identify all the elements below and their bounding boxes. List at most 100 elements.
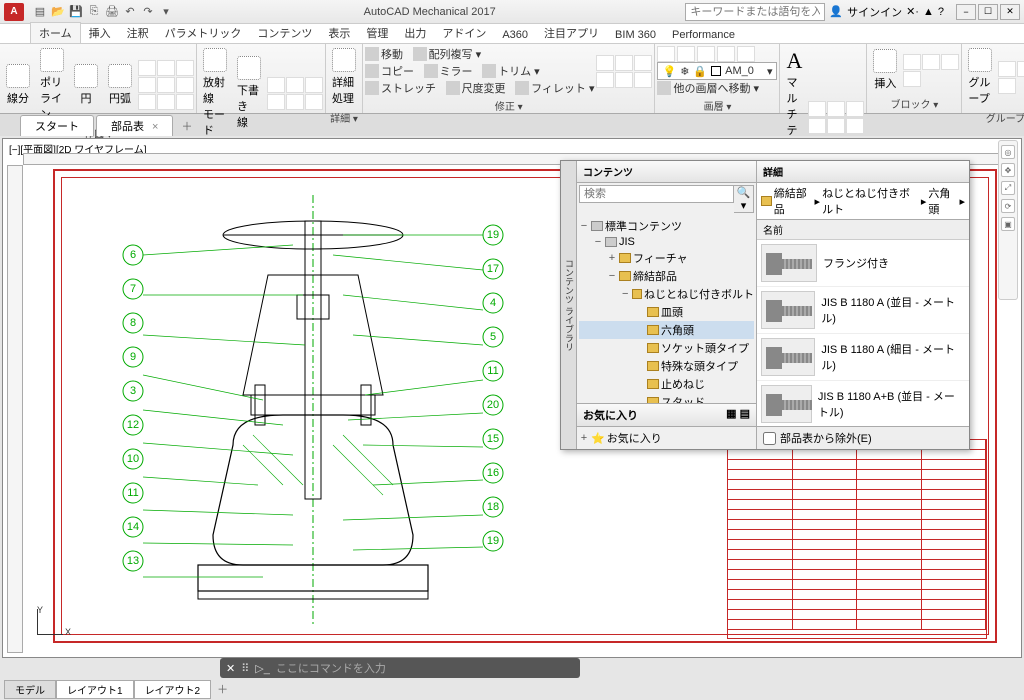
qat-open-icon[interactable]: 📂	[50, 4, 66, 20]
file-tab-start[interactable]: スタート	[20, 115, 94, 136]
exchange-icon[interactable]: ✕·	[906, 5, 919, 18]
ribbon-tab-parametric[interactable]: パラメトリック	[157, 23, 250, 43]
ribbon-tab-annotate[interactable]: 注釈	[119, 23, 157, 43]
layer-btn-3[interactable]	[697, 46, 715, 62]
panel-block-title[interactable]: ブロック ▾	[869, 94, 959, 111]
circle-button[interactable]: 円	[70, 62, 102, 108]
signin-label[interactable]: サインイン	[847, 4, 902, 20]
draw-small-7[interactable]	[138, 94, 156, 110]
layer-combo[interactable]: 💡❄🔒AM_0▾	[657, 62, 777, 80]
draw-small-1[interactable]	[138, 60, 156, 76]
layout-tab-1[interactable]: レイアウト1	[56, 680, 134, 699]
nav-wheel-icon[interactable]: ◎	[1001, 145, 1015, 159]
panel-layer-title[interactable]: 画層 ▾	[657, 96, 777, 113]
polyline-button[interactable]: ポリライン	[36, 46, 68, 124]
content-panel-side-tab[interactable]: コンテンツ ライブラリ	[561, 161, 577, 449]
new-file-tab-button[interactable]: ＋	[175, 116, 198, 136]
ribbon-tab-bim360[interactable]: BIM 360	[607, 27, 664, 43]
ray-mode-button[interactable]: 放射線 モード	[199, 46, 231, 140]
qat-redo-icon[interactable]: ↷	[140, 4, 156, 20]
draw-small-5[interactable]	[157, 77, 175, 93]
fav-view-icon[interactable]: ▦	[726, 408, 736, 420]
tree-item[interactable]: −JIS	[579, 235, 754, 249]
qat-more-icon[interactable]: ▾	[158, 4, 174, 20]
nav-orbit-icon[interactable]: ⟳	[1001, 199, 1015, 213]
exclude-from-bom-checkbox[interactable]: 部品表から除外(E)	[763, 430, 963, 446]
constline-button[interactable]: 下書き 線	[233, 54, 265, 132]
detail-process-button[interactable]: 詳細 処理	[328, 46, 360, 108]
command-line[interactable]: ✕ ⠿ ▷_ ここにコマンドを入力	[220, 658, 580, 678]
add-layout-button[interactable]: ＋	[211, 680, 234, 698]
qat-save-icon[interactable]: 💾	[68, 4, 84, 20]
cmd-handle-icon[interactable]: ⠿	[241, 662, 249, 675]
group-button[interactable]: グループ	[964, 46, 996, 108]
tree-item[interactable]: +フィーチャ	[579, 249, 754, 267]
layer-btn-1[interactable]	[657, 46, 675, 62]
keyword-search-input[interactable]	[685, 3, 825, 21]
draw-small-2[interactable]	[157, 60, 175, 76]
ribbon-tab-home[interactable]: ホーム	[30, 22, 81, 43]
content-item[interactable]: JIS B 1180 A (並目 - メートル)	[757, 287, 969, 334]
app-icon[interactable]: A	[4, 3, 24, 21]
content-tree[interactable]: −標準コンテンツ−JIS+フィーチャ−締結部品−ねじとねじ付きボルト皿頭六角頭ソ…	[577, 215, 756, 403]
favorites-root-item[interactable]: +⭐お気に入り	[579, 429, 754, 447]
ribbon-tab-output[interactable]: 出力	[396, 23, 434, 43]
content-item[interactable]: フランジ付き	[757, 240, 969, 287]
ribbon-tab-view[interactable]: 表示	[320, 23, 358, 43]
panel-modify-title[interactable]: 修正 ▾	[365, 96, 652, 113]
tree-item[interactable]: 特殊な頭タイプ	[579, 357, 754, 375]
qat-new-icon[interactable]: ▤	[32, 4, 48, 20]
content-breadcrumb[interactable]: 締結部品▸ ねじとねじ付きボルト▸ 六角頭▸	[757, 183, 969, 220]
insert-block-button[interactable]: 挿入	[869, 47, 901, 93]
layout-tab-model[interactable]: モデル	[4, 680, 56, 699]
tree-item[interactable]: ソケット頭タイプ	[579, 339, 754, 357]
panel-group-title[interactable]: グループ ▾	[964, 108, 1024, 125]
tree-item[interactable]: スタッド	[579, 393, 754, 403]
tree-item[interactable]: −標準コンテンツ	[579, 217, 754, 235]
ribbon-tab-featured[interactable]: 注目アプリ	[536, 23, 607, 43]
fav-list-icon[interactable]: ▤	[740, 408, 750, 420]
line-button[interactable]: 線分	[2, 62, 34, 108]
copy-button[interactable]: コピー ミラー トリム ▾	[365, 63, 594, 79]
tree-item[interactable]: −ねじとねじ付きボルト	[579, 285, 754, 303]
content-search-input[interactable]	[579, 185, 734, 203]
ribbon-tab-addins[interactable]: アドイン	[434, 23, 494, 43]
tree-item[interactable]: −締結部品	[579, 267, 754, 285]
window-close-button[interactable]: ✕	[1000, 4, 1020, 20]
signin-icon[interactable]: 👤	[829, 5, 843, 18]
tree-item[interactable]: 六角頭	[579, 321, 754, 339]
nav-showmotion-icon[interactable]: ▣	[1001, 217, 1015, 231]
move-to-layer-button[interactable]: 他の画層へ移動 ▾	[657, 80, 777, 96]
ribbon-tab-insert[interactable]: 挿入	[81, 23, 119, 43]
draw-small-4[interactable]	[138, 77, 156, 93]
file-tab-partslist[interactable]: 部品表×	[96, 115, 173, 136]
draw-small-6[interactable]	[176, 77, 194, 93]
draw-small-8[interactable]	[157, 94, 175, 110]
tree-item[interactable]: 皿頭	[579, 303, 754, 321]
a360-icon[interactable]: ▲	[923, 6, 934, 18]
cmd-close-icon[interactable]: ✕	[226, 662, 235, 675]
qat-undo-icon[interactable]: ↶	[122, 4, 138, 20]
content-item[interactable]: JIS B 1180 A (細目 - メートル)	[757, 334, 969, 381]
arc-button[interactable]: 円弧	[104, 62, 136, 108]
move-button[interactable]: 移動 配列複写 ▾	[365, 46, 594, 62]
window-maximize-button[interactable]: ☐	[978, 4, 998, 20]
help-icon[interactable]: ?	[938, 6, 944, 18]
layer-btn-5[interactable]	[737, 46, 755, 62]
ribbon-tab-content[interactable]: コンテンツ	[249, 23, 320, 43]
tree-item[interactable]: 止めねじ	[579, 375, 754, 393]
nav-zoom-icon[interactable]: ⤢	[1001, 181, 1015, 195]
search-icon[interactable]: 🔍▾	[734, 185, 754, 213]
draw-small-9[interactable]	[176, 94, 194, 110]
draw-small-3[interactable]	[176, 60, 194, 76]
window-minimize-button[interactable]: −	[956, 4, 976, 20]
ribbon-tab-manage[interactable]: 管理	[358, 23, 396, 43]
panel-detail-title[interactable]: 詳細 ▾	[328, 108, 360, 125]
nav-pan-icon[interactable]: ✥	[1001, 163, 1015, 177]
close-tab-icon[interactable]: ×	[152, 121, 158, 133]
qat-saveas-icon[interactable]: ⎘	[86, 4, 102, 20]
list-header-name[interactable]: 名前	[757, 220, 969, 240]
ribbon-tab-a360[interactable]: A360	[494, 27, 536, 43]
stretch-button[interactable]: ストレッチ 尺度変更 フィレット ▾	[365, 80, 594, 96]
layer-btn-4[interactable]	[717, 46, 735, 62]
